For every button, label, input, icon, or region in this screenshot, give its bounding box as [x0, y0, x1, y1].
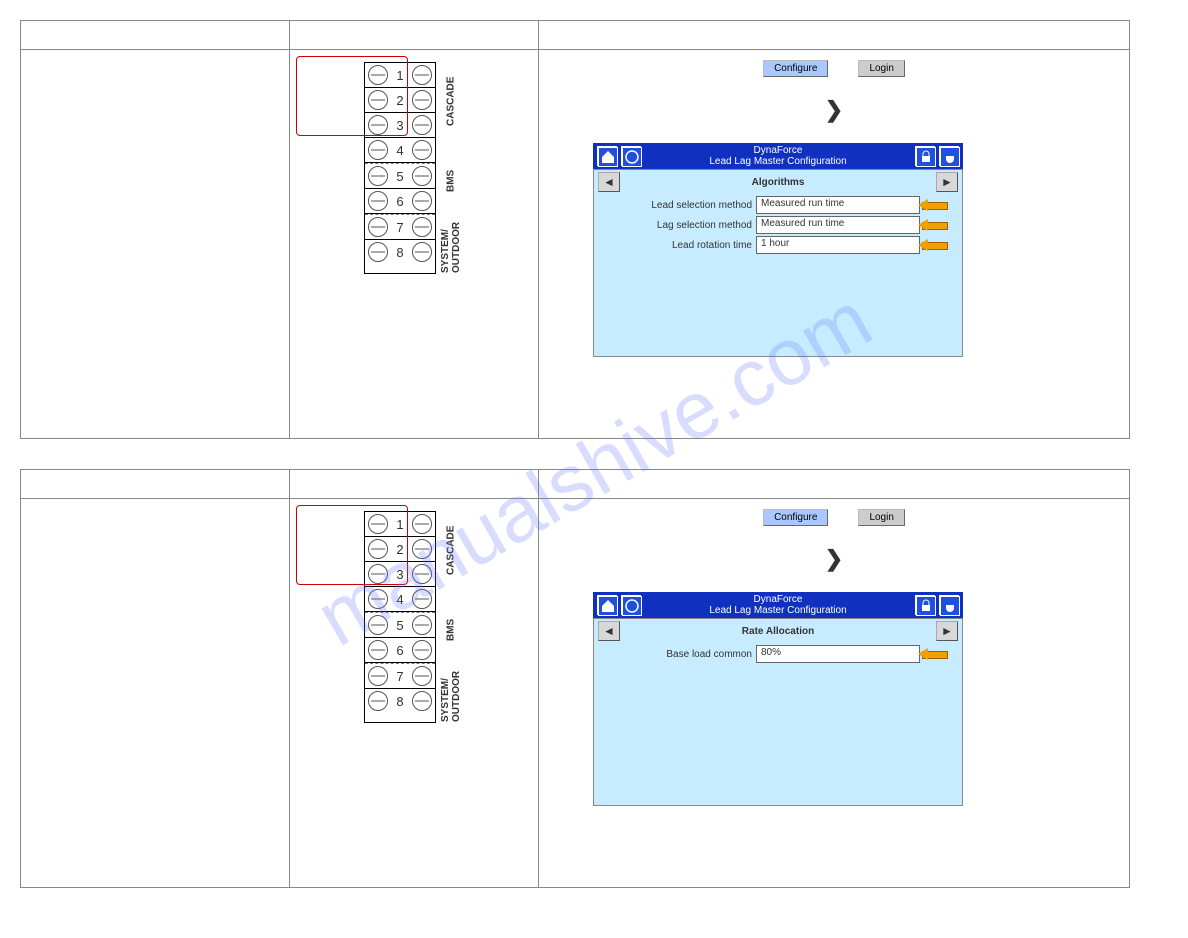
hdr-cell [539, 470, 1130, 499]
bms-label: BMS [438, 141, 464, 220]
lock-icon[interactable] [915, 146, 935, 166]
hmi-title: DynaForce Lead Lag Master Configuration [645, 594, 911, 616]
plug-icon[interactable] [939, 595, 959, 615]
desc-cell [21, 50, 290, 439]
login-button[interactable]: Login [858, 509, 904, 526]
arrow-indicator [924, 649, 954, 659]
base-load-input[interactable]: 80% [756, 645, 920, 663]
plug-icon[interactable] [939, 146, 959, 166]
desc-cell [21, 499, 290, 888]
arrow-indicator [924, 220, 954, 230]
hmi-cell: Configure Login ❯ DynaForce Lead Lag Mas… [539, 499, 1130, 888]
terminal-strip: 1 2 3 4 5 6 7 8 [364, 62, 436, 274]
panel-subtitle: Rate Allocation [626, 626, 930, 637]
arrow-indicator [924, 200, 954, 210]
lead-rotation-input[interactable]: 1 hour [756, 236, 920, 254]
hdr-cell [290, 21, 539, 50]
field-label: Lag selection method [602, 220, 752, 231]
hdr-cell [539, 21, 1130, 50]
arrow-indicator [924, 240, 954, 250]
field-label: Base load common [602, 649, 752, 660]
hmi-panel-2: DynaForce Lead Lag Master Configuration … [593, 592, 963, 806]
terminal-cell: 1 2 3 4 5 6 7 8 CASCADE BMS SYSTEM/ OUTD… [290, 50, 539, 439]
configure-button[interactable]: Configure [763, 60, 828, 77]
terminal-strip: 1 2 3 4 5 6 7 8 [364, 511, 436, 723]
globe-icon[interactable] [621, 595, 641, 615]
lock-icon[interactable] [915, 595, 935, 615]
chevron-icon: ❯ [543, 546, 1125, 572]
home-icon[interactable] [597, 595, 617, 615]
system-label: SYSTEM/ OUTDOOR [438, 669, 464, 723]
next-button[interactable]: ► [936, 621, 958, 641]
lag-selection-input[interactable]: Measured run time [756, 216, 920, 234]
cascade-label: CASCADE [438, 511, 464, 590]
globe-icon[interactable] [621, 146, 641, 166]
hdr-cell [290, 470, 539, 499]
bms-label: BMS [438, 590, 464, 669]
section-table-1: 1 2 3 4 5 6 7 8 CASCADE BMS SYSTEM/ OUTD… [20, 20, 1130, 439]
cascade-label: CASCADE [438, 62, 464, 141]
hmi-panel-1: DynaForce Lead Lag Master Configuration … [593, 143, 963, 357]
section-table-2: 1 2 3 4 5 6 7 8 CASCADE BMS SYSTEM/ OUTD… [20, 469, 1130, 888]
configure-button[interactable]: Configure [763, 509, 828, 526]
hdr-cell [21, 21, 290, 50]
lead-selection-input[interactable]: Measured run time [756, 196, 920, 214]
terminal-cell: 1 2 3 4 5 6 7 8 CASCADE BMS SYSTEM/ OUTD… [290, 499, 539, 888]
hmi-cell: Configure Login ❯ DynaForce Lead Lag Mas… [539, 50, 1130, 439]
next-button[interactable]: ► [936, 172, 958, 192]
hmi-title: DynaForce Lead Lag Master Configuration [645, 145, 911, 167]
field-label: Lead selection method [602, 200, 752, 211]
prev-button[interactable]: ◄ [598, 172, 620, 192]
home-icon[interactable] [597, 146, 617, 166]
prev-button[interactable]: ◄ [598, 621, 620, 641]
chevron-icon: ❯ [543, 97, 1125, 123]
field-label: Lead rotation time [602, 240, 752, 251]
hdr-cell [21, 470, 290, 499]
login-button[interactable]: Login [858, 60, 904, 77]
system-label: SYSTEM/ OUTDOOR [438, 220, 464, 274]
panel-subtitle: Algorithms [626, 177, 930, 188]
